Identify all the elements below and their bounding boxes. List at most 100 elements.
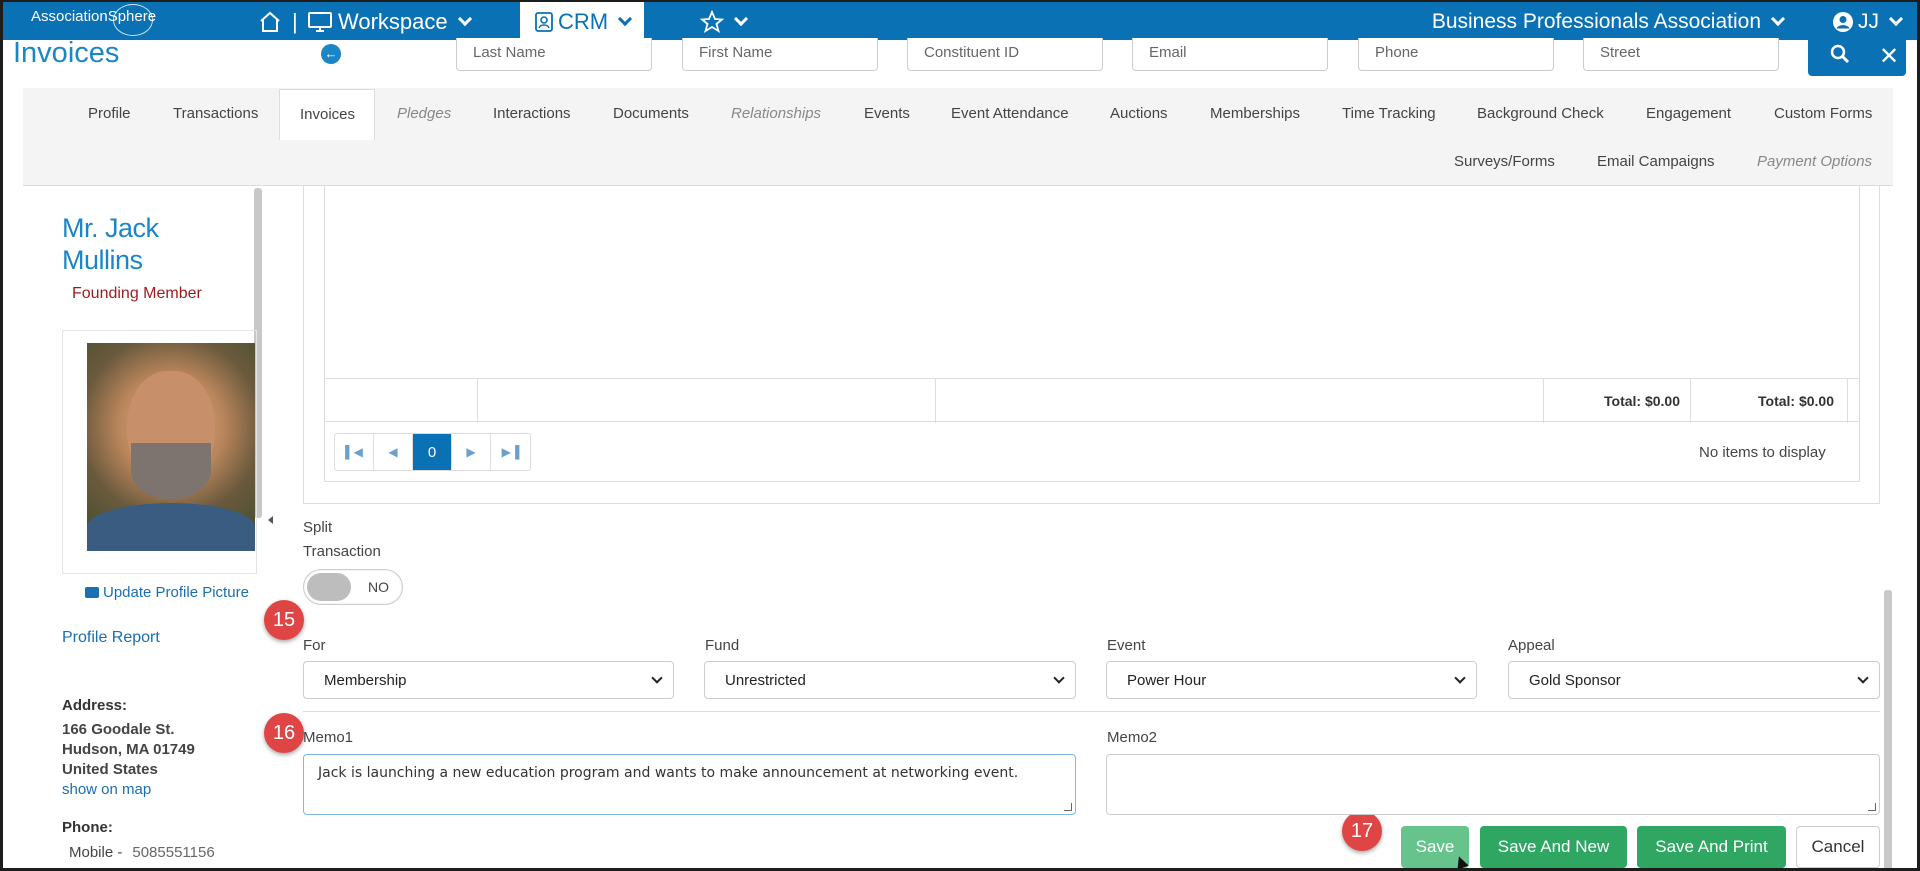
total-amount-2: Total: $0.00 <box>1758 393 1834 409</box>
tab-relationships[interactable]: Relationships <box>731 105 821 122</box>
profile-report-link[interactable]: Profile Report <box>62 629 160 647</box>
update-profile-picture-link[interactable]: Update Profile Picture <box>85 584 249 601</box>
first-page-button[interactable]: ▌◀ <box>335 434 374 470</box>
tab-memberships[interactable]: Memberships <box>1210 105 1300 122</box>
street-search[interactable]: Street <box>1583 38 1779 71</box>
address-line-2: Hudson, MA 01749 <box>62 741 195 758</box>
top-nav-bar: AssociationSphere | Workspace CRM Busine… <box>3 0 1917 42</box>
step-badge-15: 15 <box>264 600 304 640</box>
address-line-3: United States <box>62 761 158 778</box>
chevron-down-icon <box>651 672 663 684</box>
constituent-id-search[interactable]: Constituent ID <box>907 38 1103 71</box>
cancel-button[interactable]: Cancel <box>1796 826 1880 868</box>
tab-interactions[interactable]: Interactions <box>493 105 571 122</box>
app-logo[interactable]: AssociationSphere <box>31 4 156 36</box>
current-page[interactable]: 0 <box>413 434 452 470</box>
section-divider <box>303 711 1880 712</box>
close-icon[interactable]: ✕ <box>1879 42 1899 71</box>
photo-shirt <box>87 503 255 551</box>
tab-engagement[interactable]: Engagement <box>1646 105 1731 122</box>
tab-events[interactable]: Events <box>864 105 910 122</box>
for-label: For <box>303 637 326 654</box>
search-icon[interactable] <box>1830 44 1850 70</box>
appeal-select[interactable]: Gold Sponsor <box>1508 661 1880 699</box>
step-badge-17: 17 <box>1342 811 1382 851</box>
workspace-menu[interactable]: Workspace <box>308 2 472 42</box>
fund-label: Fund <box>705 637 740 654</box>
phone-label: Phone: <box>62 819 113 836</box>
no-items-message: No items to display <box>1699 444 1826 461</box>
total-amount-1: Total: $0.00 <box>1604 393 1680 409</box>
page-title: Invoices <box>13 37 120 69</box>
last-name-search[interactable]: Last Name <box>456 38 652 71</box>
grid-totals-row: Total: $0.00 Total: $0.00 <box>324 378 1860 423</box>
tab-auctions[interactable]: Auctions <box>1110 105 1168 122</box>
organization-menu[interactable]: Business Professionals Association <box>1432 2 1786 42</box>
monitor-icon <box>308 12 332 32</box>
grid-column-divider <box>1543 379 1544 423</box>
resize-grip-icon[interactable] <box>1868 803 1876 811</box>
photo-beard <box>131 443 211 499</box>
split-transaction-toggle[interactable]: NO <box>303 569 403 605</box>
show-on-map-link[interactable]: show on map <box>62 781 151 798</box>
chevron-down-icon <box>1857 672 1869 684</box>
address-label: Address: <box>62 697 128 714</box>
event-label: Event <box>1107 637 1146 654</box>
grid-column-divider <box>1690 379 1691 423</box>
tab-event-attendance[interactable]: Event Attendance <box>951 105 1069 122</box>
contact-name[interactable]: Mr. Jack Mullins <box>62 212 159 276</box>
chevron-down-icon <box>457 11 472 27</box>
chevron-down-icon <box>1454 672 1466 684</box>
search-actions: ✕ <box>1808 38 1906 76</box>
tab-surveys-forms[interactable]: Surveys/Forms <box>1454 153 1555 170</box>
tab-time-tracking[interactable]: Time Tracking <box>1342 105 1436 122</box>
memo2-textarea[interactable] <box>1106 754 1880 815</box>
fund-select[interactable]: Unrestricted <box>704 661 1076 699</box>
save-and-new-button[interactable]: Save And New <box>1480 826 1627 868</box>
tab-custom-forms[interactable]: Custom Forms <box>1774 105 1872 122</box>
address-line-1: 166 Goodale St. <box>62 721 175 738</box>
tab-background-check[interactable]: Background Check <box>1477 105 1604 122</box>
tab-invoices[interactable]: Invoices <box>279 89 375 140</box>
favorites-menu[interactable] <box>700 2 749 42</box>
tab-documents[interactable]: Documents <box>613 105 689 122</box>
profile-photo <box>87 343 255 551</box>
next-page-button[interactable]: ▶ <box>452 434 491 470</box>
chevron-down-icon <box>733 11 749 27</box>
prev-page-button[interactable]: ◀ <box>374 434 413 470</box>
resize-grip-icon[interactable] <box>1064 803 1072 811</box>
user-menu[interactable]: JJ <box>1832 2 1904 42</box>
contact-card-icon <box>535 12 553 32</box>
tab-profile[interactable]: Profile <box>88 105 131 122</box>
back-arrow-icon[interactable]: ← <box>321 44 341 64</box>
invoice-items-grid <box>324 186 1860 482</box>
chevron-down-icon <box>1888 11 1904 27</box>
first-name-search[interactable]: First Name <box>682 38 878 71</box>
collapse-sidebar-icon[interactable] <box>268 516 273 524</box>
chevron-down-icon <box>618 11 633 27</box>
main-scrollbar[interactable] <box>1884 590 1892 868</box>
crm-menu[interactable]: CRM <box>520 2 645 42</box>
for-select[interactable]: Membership <box>303 661 674 699</box>
home-button[interactable] <box>258 2 282 42</box>
appeal-label: Appeal <box>1508 637 1555 654</box>
record-tabs: Profile Transactions Invoices Pledges In… <box>23 88 1893 186</box>
step-badge-16: 16 <box>264 713 304 753</box>
phone-search[interactable]: Phone <box>1358 38 1554 71</box>
grid-column-divider <box>1847 379 1848 423</box>
tab-pledges[interactable]: Pledges <box>397 105 451 122</box>
email-search[interactable]: Email <box>1132 38 1328 71</box>
tab-transactions[interactable]: Transactions <box>173 105 258 122</box>
nav-separator: | <box>292 9 298 34</box>
tab-email-campaigns[interactable]: Email Campaigns <box>1597 153 1715 170</box>
save-and-print-button[interactable]: Save And Print <box>1637 826 1786 868</box>
event-select[interactable]: Power Hour <box>1106 661 1477 699</box>
memo1-label: Memo1 <box>303 729 354 746</box>
tab-payment-options[interactable]: Payment Options <box>1757 153 1872 170</box>
last-page-button[interactable]: ▶▐ <box>491 434 530 470</box>
home-icon <box>260 11 280 32</box>
memo2-label: Memo2 <box>1107 729 1158 746</box>
toggle-knob <box>307 573 351 601</box>
grid-column-divider <box>477 379 478 423</box>
memo1-textarea[interactable]: Jack is launching a new education progra… <box>303 754 1076 815</box>
